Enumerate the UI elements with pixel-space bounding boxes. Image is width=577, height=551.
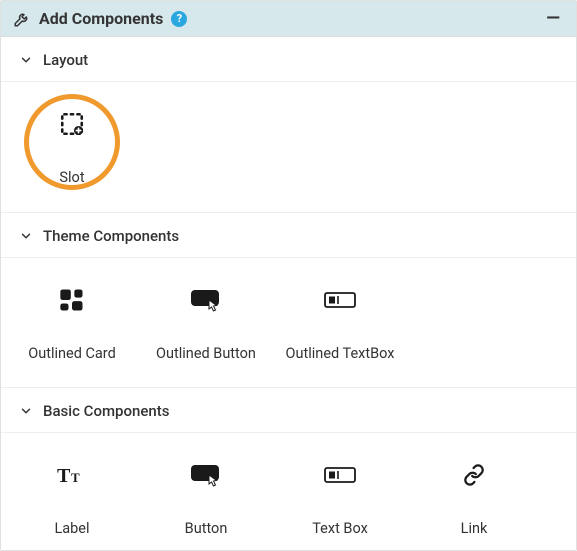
section-layout: Layout Slot (1, 37, 576, 212)
label-icon: T T (57, 459, 87, 491)
section-body-theme: Outlined Card Outlined Button (1, 257, 576, 388)
tile-label: Label (54, 519, 89, 539)
components-scroll-area[interactable]: Layout Slot (1, 37, 576, 550)
textbox-icon (324, 459, 356, 491)
link-icon (460, 459, 488, 491)
section-header-basic[interactable]: Basic Components (1, 387, 576, 432)
component-tile-button[interactable]: Button (139, 441, 273, 547)
section-theme: Theme Components Outlined Card (1, 212, 576, 388)
section-title: Theme Components (43, 227, 179, 245)
add-components-panel: Add Components ? — Layout (0, 0, 577, 551)
component-tile-outlined-button[interactable]: Outlined Button (139, 266, 273, 372)
tile-label: Outlined Button (156, 344, 256, 364)
chevron-down-icon (19, 53, 33, 67)
component-tile-label[interactable]: T T Label (5, 441, 139, 547)
tile-label: Link (461, 519, 488, 539)
component-tile-slot[interactable]: Slot (5, 90, 139, 196)
component-tile-link[interactable]: Link (407, 441, 541, 547)
panel-title: Add Components (39, 9, 163, 28)
section-title: Basic Components (43, 402, 169, 420)
component-tile-outlined-textbox[interactable]: Outlined TextBox (273, 266, 407, 372)
tile-label: Outlined Card (28, 344, 116, 364)
slot-icon (59, 108, 85, 140)
tile-label: Slot (59, 168, 84, 188)
svg-text:T: T (71, 470, 80, 485)
tile-label: Outlined TextBox (286, 344, 395, 364)
minimize-button[interactable]: — (542, 10, 564, 28)
button-icon (190, 284, 222, 316)
help-icon[interactable]: ? (171, 11, 187, 27)
svg-text:T: T (57, 465, 71, 487)
section-header-layout[interactable]: Layout (1, 37, 576, 81)
tile-label: Text Box (312, 519, 368, 539)
panel-header: Add Components ? — (1, 1, 576, 37)
component-tile-text-box[interactable]: Text Box (273, 441, 407, 547)
textbox-icon (324, 284, 356, 316)
section-basic: Basic Components T T Label (1, 387, 576, 550)
card-icon (58, 284, 86, 316)
section-body-basic: T T Label Button (1, 432, 576, 550)
chevron-down-icon (19, 229, 33, 243)
wrench-icon (13, 10, 31, 28)
section-title: Layout (43, 51, 88, 69)
section-header-theme[interactable]: Theme Components (1, 212, 576, 257)
section-body-layout: Slot (1, 81, 576, 212)
button-icon (190, 459, 222, 491)
chevron-down-icon (19, 404, 33, 418)
component-tile-outlined-card[interactable]: Outlined Card (5, 266, 139, 372)
tile-label: Button (185, 519, 228, 539)
